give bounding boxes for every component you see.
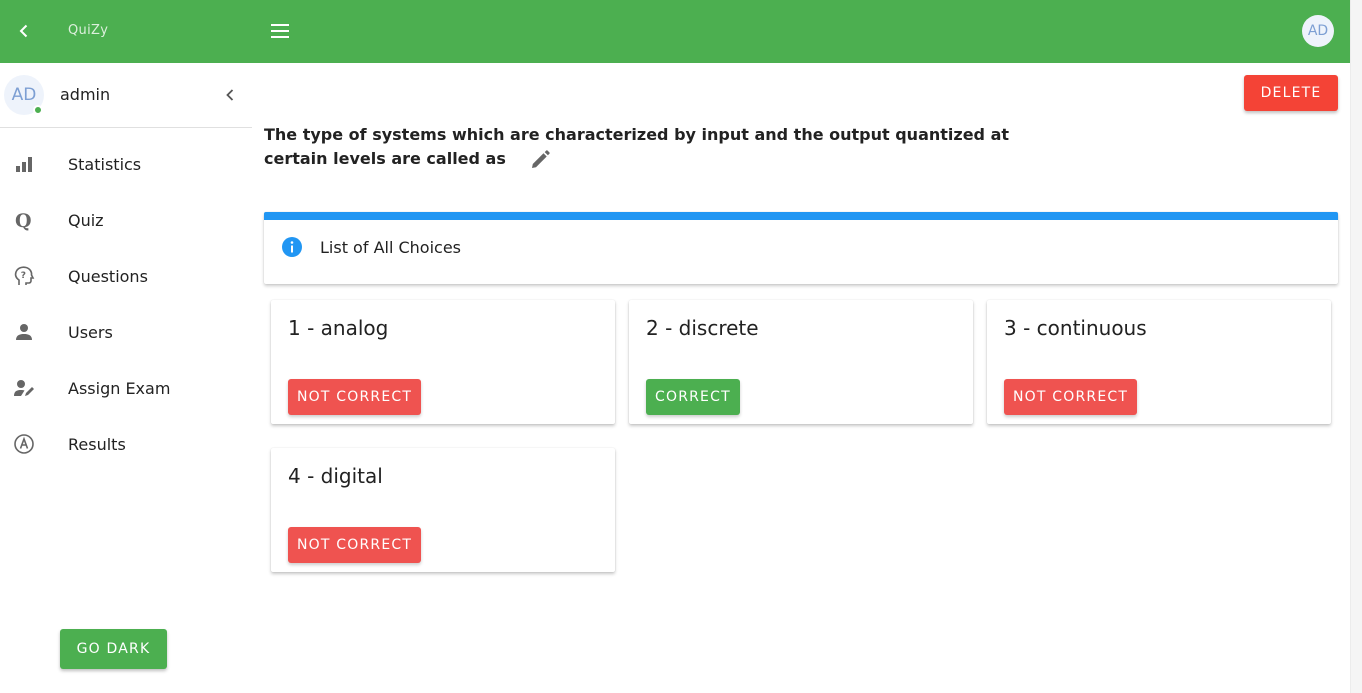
app-name: QuiZy — [68, 23, 109, 38]
sidebar-item-label: Users — [68, 322, 113, 342]
sidebar-item-assign-exam[interactable]: Assign Exam — [0, 360, 252, 416]
sidebar-item-statistics[interactable]: Statistics — [0, 136, 252, 192]
sidebar-nav: Statistics Q Quiz ? Questions Users Assi… — [0, 136, 252, 472]
question-label: The type of systems which are characteri… — [264, 125, 1010, 168]
choice-card: 3 - continuous NOT CORRECT — [987, 300, 1331, 424]
bar-chart-icon — [12, 152, 36, 176]
user-profile: AD admin — [0, 63, 252, 128]
choice-title: 1 - analog — [288, 316, 389, 340]
sidebar-item-label: Assign Exam — [68, 378, 171, 398]
sidebar-item-results[interactable]: Results — [0, 416, 252, 472]
choice-status-button[interactable]: NOT CORRECT — [288, 527, 422, 563]
back-icon[interactable] — [12, 19, 36, 43]
sidebar-item-quiz[interactable]: Q Quiz — [0, 192, 252, 248]
app-bar: QuiZy AD — [0, 0, 1350, 63]
choice-card: 4 - digital NOT CORRECT — [271, 448, 615, 572]
person-icon — [12, 320, 36, 344]
scrollbar[interactable] — [1350, 0, 1362, 693]
person-edit-icon — [12, 376, 36, 400]
circle-a-icon — [12, 432, 36, 456]
choice-title: 2 - discrete — [646, 316, 759, 340]
svg-text:?: ? — [21, 271, 26, 281]
sidebar: AD admin Statistics Q Quiz ? Questions U… — [0, 63, 252, 693]
edit-pencil-icon[interactable] — [528, 148, 552, 172]
choice-status-button[interactable]: NOT CORRECT — [1004, 379, 1138, 415]
info-icon — [281, 236, 303, 258]
question-text: The type of systems which are characteri… — [264, 123, 1044, 172]
head-question-icon: ? — [12, 264, 36, 288]
choice-card: 1 - analog NOT CORRECT — [271, 300, 615, 424]
choice-status-button[interactable]: NOT CORRECT — [288, 379, 422, 415]
choice-title: 3 - continuous — [1004, 316, 1147, 340]
delete-button[interactable]: DELETE — [1244, 75, 1338, 111]
sidebar-item-label: Quiz — [68, 210, 104, 230]
choices-header: List of All Choices — [320, 238, 462, 257]
user-name: admin — [60, 85, 111, 104]
go-dark-button[interactable]: GO DARK — [60, 629, 167, 669]
sidebar-item-questions[interactable]: ? Questions — [0, 248, 252, 304]
choice-title: 4 - digital — [288, 464, 383, 488]
svg-text:Q: Q — [15, 210, 32, 231]
choices-info-alert: List of All Choices — [264, 212, 1338, 284]
avatar[interactable]: AD — [1302, 15, 1334, 47]
quiz-q-icon: Q — [12, 208, 36, 232]
choice-status-button[interactable]: CORRECT — [646, 379, 740, 415]
collapse-sidebar-icon[interactable] — [218, 83, 242, 107]
sidebar-item-label: Results — [68, 434, 126, 454]
menu-icon[interactable] — [268, 19, 292, 43]
sidebar-item-users[interactable]: Users — [0, 304, 252, 360]
sidebar-item-label: Questions — [68, 266, 148, 286]
choice-card: 2 - discrete CORRECT — [629, 300, 973, 424]
sidebar-item-label: Statistics — [68, 154, 142, 174]
online-status-dot — [33, 105, 43, 115]
